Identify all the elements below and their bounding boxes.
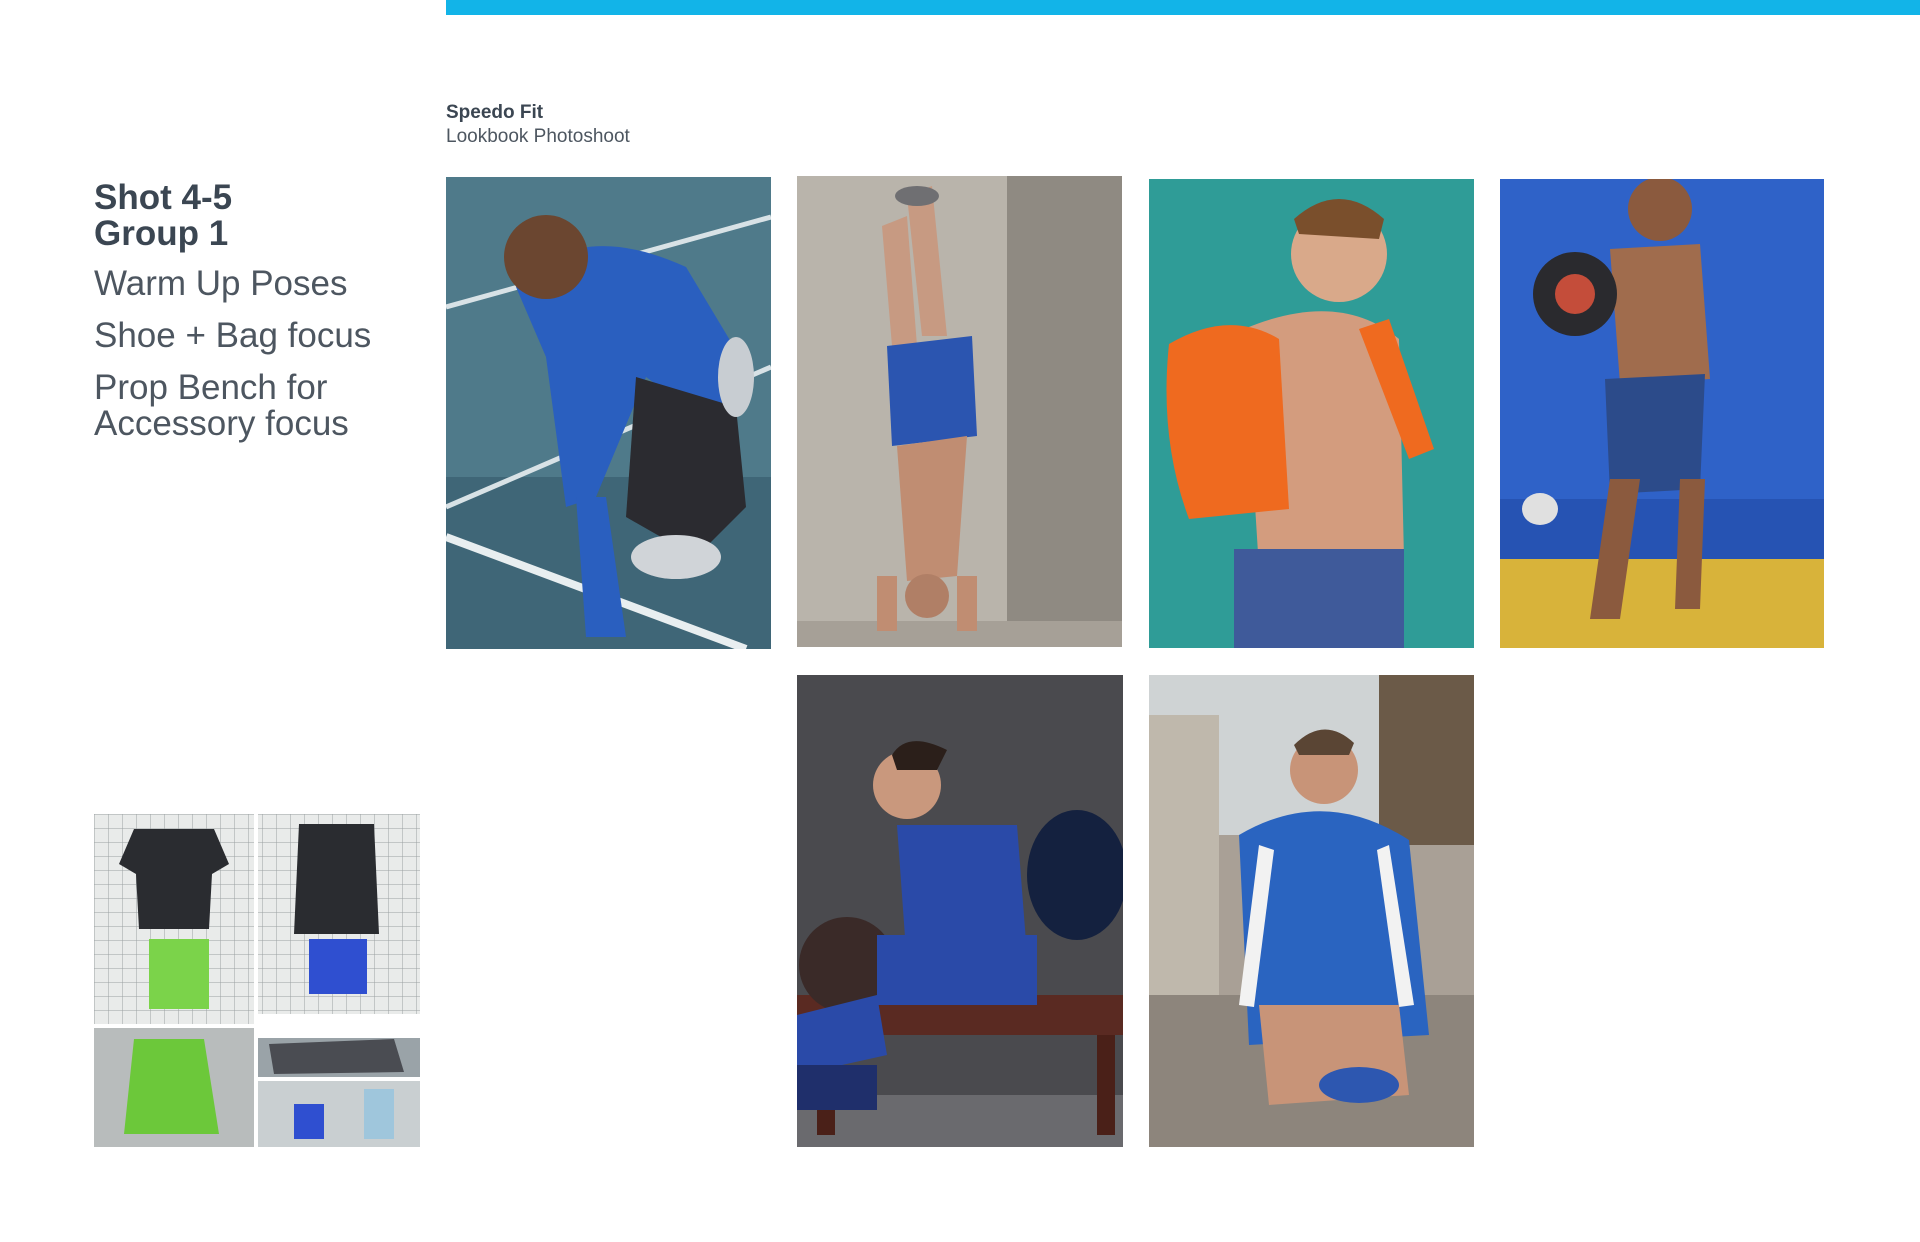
group-number: Group 1: [94, 214, 229, 253]
photo-track-sprinter: [446, 177, 771, 649]
photo-medicine-ball: [1500, 179, 1824, 648]
photo-handstand: [797, 176, 1122, 647]
note-item: Warm Up Poses: [94, 264, 348, 303]
shot-notes: Shot 4-5 Group 1 Warm Up Poses Shoe + Ba…: [94, 180, 434, 442]
photo-product-collage: [94, 814, 420, 1147]
page-subtitle: Lookbook Photoshoot: [446, 126, 630, 147]
header: Speedo Fit Lookbook Photoshoot: [446, 101, 630, 149]
note-item: Prop Bench for Accessory focus: [94, 368, 349, 443]
brand-title: Speedo Fit: [446, 102, 544, 123]
top-accent-bar: [446, 0, 1920, 15]
photo-bench-sitting: [797, 675, 1123, 1147]
note-item: Shoe + Bag focus: [94, 316, 372, 355]
photo-orange-backpack: [1149, 179, 1474, 648]
photo-tying-shoe: [1149, 675, 1474, 1147]
shot-number: Shot 4-5: [94, 178, 233, 217]
